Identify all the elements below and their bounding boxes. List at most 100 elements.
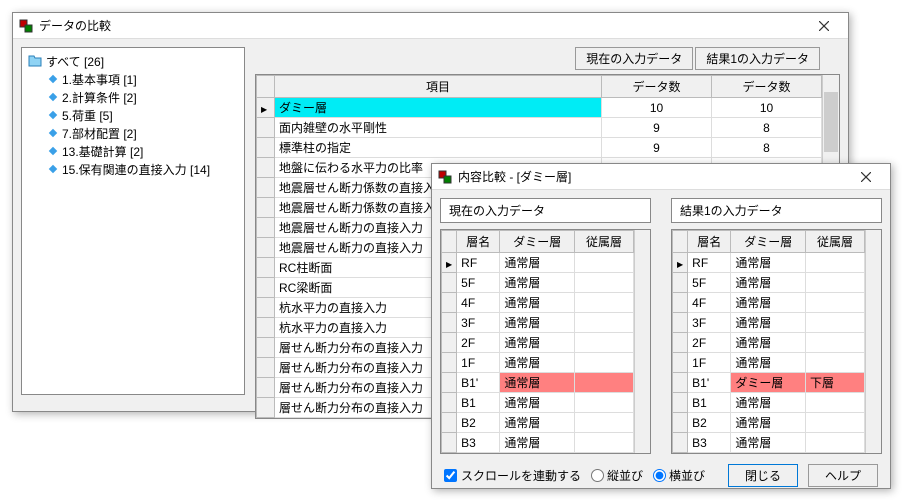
row-header[interactable]	[257, 318, 275, 338]
cell-item[interactable]: ダミー層	[275, 98, 602, 118]
cell-floor[interactable]: 1F	[688, 353, 731, 373]
table-row[interactable]: 3F通常層	[442, 313, 634, 333]
row-header[interactable]	[257, 238, 275, 258]
table-row[interactable]: 5F通常層	[673, 273, 865, 293]
cell-floor[interactable]: 2F	[688, 333, 731, 353]
table-row[interactable]: 1F通常層	[442, 353, 634, 373]
table-row[interactable]: B1'通常層	[442, 373, 634, 393]
cell-floor[interactable]: 1F	[457, 353, 500, 373]
cell-dummy[interactable]: 通常層	[731, 313, 806, 333]
cell-dummy[interactable]: 通常層	[500, 273, 575, 293]
vertical-radio-input[interactable]	[591, 469, 604, 482]
cell-floor[interactable]: 5F	[688, 273, 731, 293]
cell-data2[interactable]: 8	[712, 118, 822, 138]
row-header[interactable]	[673, 253, 688, 273]
cell-dummy[interactable]: 通常層	[731, 413, 806, 433]
cell-dep[interactable]: 下層	[806, 373, 865, 393]
cell-dep[interactable]	[806, 273, 865, 293]
cell-dep[interactable]	[575, 313, 634, 333]
row-header[interactable]	[673, 273, 688, 293]
tree-item[interactable]: 1.基本事項 [1]	[24, 70, 242, 88]
table-row[interactable]: 3F通常層	[673, 313, 865, 333]
col-dummy[interactable]: ダミー層	[731, 231, 806, 253]
cell-floor[interactable]: B3	[457, 433, 500, 453]
row-header[interactable]	[442, 353, 457, 373]
row-header[interactable]	[257, 138, 275, 158]
cell-dep[interactable]	[806, 393, 865, 413]
sync-scroll-input[interactable]	[444, 469, 457, 482]
row-header[interactable]	[442, 333, 457, 353]
cell-floor[interactable]: B1	[688, 393, 731, 413]
help-button[interactable]: ヘルプ	[808, 464, 878, 487]
row-header[interactable]	[442, 293, 457, 313]
current-data-button[interactable]: 現在の入力データ	[575, 47, 693, 70]
tree-item[interactable]: 13.基礎計算 [2]	[24, 142, 242, 160]
table-row[interactable]: 5F通常層	[442, 273, 634, 293]
cell-dummy[interactable]: 通常層	[500, 293, 575, 313]
cell-data1[interactable]: 9	[602, 118, 712, 138]
col-data2[interactable]: データ数	[712, 76, 822, 98]
cell-dep[interactable]	[575, 333, 634, 353]
close-button[interactable]: 閉じる	[728, 464, 798, 487]
cell-dummy[interactable]: 通常層	[731, 253, 806, 273]
cell-dummy[interactable]: 通常層	[500, 253, 575, 273]
col-dep[interactable]: 従属層	[575, 231, 634, 253]
cell-dep[interactable]	[575, 393, 634, 413]
cell-dep[interactable]	[806, 333, 865, 353]
right-scrollbar[interactable]	[865, 230, 881, 453]
cell-dummy[interactable]: 通常層	[731, 273, 806, 293]
cell-item[interactable]: 面内雑壁の水平剛性	[275, 118, 602, 138]
close-icon[interactable]	[806, 16, 842, 36]
row-header[interactable]	[673, 393, 688, 413]
cell-dummy[interactable]: 通常層	[500, 433, 575, 453]
cell-dep[interactable]	[575, 293, 634, 313]
horizontal-radio-input[interactable]	[653, 469, 666, 482]
col-floor[interactable]: 層名	[457, 231, 500, 253]
category-tree[interactable]: すべて [26] 1.基本事項 [1]2.計算条件 [2]5.荷重 [5]7.部…	[21, 47, 245, 395]
row-header[interactable]	[257, 258, 275, 278]
row-header[interactable]	[442, 393, 457, 413]
result1-data-button[interactable]: 結果1の入力データ	[695, 47, 820, 70]
cell-item[interactable]: 標準柱の指定	[275, 138, 602, 158]
row-header[interactable]	[442, 433, 457, 453]
cell-dep[interactable]	[575, 433, 634, 453]
table-row[interactable]: B3通常層	[442, 433, 634, 453]
horizontal-radio[interactable]: 横並び	[653, 467, 705, 484]
table-row[interactable]: 1F通常層	[673, 353, 865, 373]
cell-dep[interactable]	[575, 273, 634, 293]
row-header[interactable]	[257, 98, 275, 118]
cell-floor[interactable]: 2F	[457, 333, 500, 353]
cell-dep[interactable]	[575, 373, 634, 393]
col-dep[interactable]: 従属層	[806, 231, 865, 253]
col-item[interactable]: 項目	[275, 76, 602, 98]
row-header[interactable]	[442, 413, 457, 433]
titlebar[interactable]: 内容比較 - [ダミー層]	[432, 164, 890, 190]
row-header[interactable]	[257, 118, 275, 138]
col-data1[interactable]: データ数	[602, 76, 712, 98]
table-row[interactable]: B2通常層	[673, 413, 865, 433]
table-row[interactable]: RF通常層	[673, 253, 865, 273]
table-row[interactable]: RF通常層	[442, 253, 634, 273]
titlebar[interactable]: データの比較	[13, 13, 848, 39]
cell-dummy[interactable]: ダミー層	[731, 373, 806, 393]
left-scrollbar[interactable]	[634, 230, 650, 453]
cell-dummy[interactable]: 通常層	[731, 293, 806, 313]
row-header[interactable]	[257, 358, 275, 378]
col-dummy[interactable]: ダミー層	[500, 231, 575, 253]
cell-dummy[interactable]: 通常層	[731, 333, 806, 353]
cell-floor[interactable]: RF	[688, 253, 731, 273]
cell-floor[interactable]: 3F	[457, 313, 500, 333]
row-header[interactable]	[257, 218, 275, 238]
table-row[interactable]: ダミー層1010	[257, 98, 822, 118]
cell-dummy[interactable]: 通常層	[500, 393, 575, 413]
row-header[interactable]	[673, 373, 688, 393]
row-header[interactable]	[257, 158, 275, 178]
cell-dep[interactable]	[806, 253, 865, 273]
row-header[interactable]	[257, 378, 275, 398]
row-header[interactable]	[257, 278, 275, 298]
table-row[interactable]: 面内雑壁の水平剛性98	[257, 118, 822, 138]
close-icon[interactable]	[848, 167, 884, 187]
table-row[interactable]: 2F通常層	[673, 333, 865, 353]
row-header[interactable]	[673, 333, 688, 353]
table-row[interactable]: 標準柱の指定98	[257, 138, 822, 158]
